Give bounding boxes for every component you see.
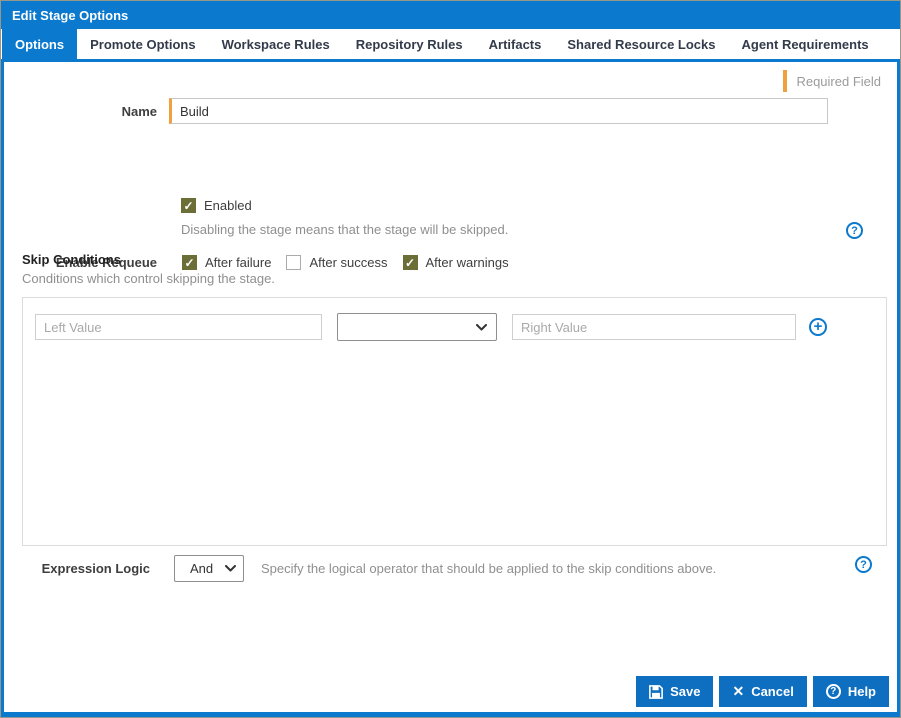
expression-logic-value: And (190, 561, 214, 576)
check-icon: ✓ (404, 255, 416, 270)
skip-condition-row: + (35, 313, 874, 341)
edit-stage-options-dialog: Edit Stage Options Options Promote Optio… (1, 1, 900, 717)
dialog-frame: Edit Stage Options Options Promote Optio… (0, 0, 901, 718)
add-condition-icon[interactable]: + (809, 318, 827, 336)
requeue-options: ✓ After failure ✓ After success ✓ After … (182, 255, 509, 270)
expression-logic-row: Expression Logic And Specify the logical… (4, 555, 716, 582)
name-row: Name (4, 98, 828, 124)
expression-logic-description: Specify the logical operator that should… (261, 561, 717, 576)
required-field-label: Required Field (796, 73, 881, 89)
tab-shared-resource-locks[interactable]: Shared Resource Locks (554, 29, 728, 59)
after-warnings-label: After warnings (425, 255, 509, 270)
after-success-label: After success (309, 255, 388, 270)
name-input[interactable] (169, 98, 828, 124)
after-success-checkbox[interactable]: ✓ (286, 255, 302, 270)
skip-conditions-panel: + (22, 297, 887, 546)
after-failure-checkbox[interactable]: ✓ (182, 255, 197, 270)
tab-promote-options[interactable]: Promote Options (77, 29, 208, 59)
skip-conditions-title: Skip Conditions (22, 252, 121, 267)
required-field-bar (783, 70, 788, 92)
save-button-label: Save (670, 684, 701, 699)
tab-artifacts[interactable]: Artifacts (476, 29, 555, 59)
expression-logic-select[interactable]: And (174, 555, 244, 582)
chevron-down-icon (476, 323, 487, 330)
dialog-titlebar: Edit Stage Options (1, 1, 900, 29)
expression-logic-help-icon[interactable]: ? (855, 556, 872, 573)
check-icon: ✓ (183, 198, 194, 213)
requeue-help-icon[interactable]: ? (846, 222, 863, 239)
requeue-after-warnings: ✓ After warnings (402, 255, 509, 270)
cancel-button-label: Cancel (751, 684, 794, 699)
cancel-x-icon: ✕ (732, 683, 745, 699)
help-button-label: Help (847, 684, 876, 699)
right-value-input[interactable] (512, 314, 796, 340)
after-failure-label: After failure (205, 255, 272, 270)
save-button[interactable]: Save (636, 676, 714, 707)
enabled-row: ✓ Enabled (181, 198, 252, 213)
enabled-label: Enabled (204, 198, 252, 213)
expression-logic-label: Expression Logic (41, 561, 150, 576)
save-icon (649, 684, 663, 699)
after-warnings-checkbox[interactable]: ✓ (402, 255, 418, 270)
dialog-title: Edit Stage Options (12, 7, 129, 23)
tab-bar: Options Promote Options Workspace Rules … (1, 29, 900, 62)
check-icon: ✓ (184, 255, 195, 270)
chevron-down-icon (225, 565, 236, 572)
tab-repository-rules[interactable]: Repository Rules (343, 29, 476, 59)
enabled-checkbox[interactable]: ✓ (181, 198, 196, 213)
name-label: Name (121, 103, 157, 119)
enabled-note: Disabling the stage means that the stage… (181, 222, 509, 237)
requeue-after-failure: ✓ After failure (182, 255, 271, 270)
skip-conditions-subtitle: Conditions which control skipping the st… (22, 271, 275, 286)
footer-buttons: Save ✕ Cancel ? Help (636, 676, 889, 707)
help-icon: ? (825, 684, 841, 699)
options-tab-content: Required Field Name ✓ Enabled Disabling … (4, 62, 897, 712)
cancel-button[interactable]: ✕ Cancel (719, 676, 807, 707)
operator-select[interactable] (337, 313, 497, 341)
required-field-legend: Required Field (783, 69, 881, 93)
requeue-after-success: ✓ After success (286, 255, 388, 270)
help-button[interactable]: ? Help (812, 676, 889, 707)
tab-workspace-rules[interactable]: Workspace Rules (209, 29, 343, 59)
tab-agent-requirements[interactable]: Agent Requirements (729, 29, 882, 59)
tab-options[interactable]: Options (2, 29, 78, 59)
left-value-input[interactable] (35, 314, 322, 340)
